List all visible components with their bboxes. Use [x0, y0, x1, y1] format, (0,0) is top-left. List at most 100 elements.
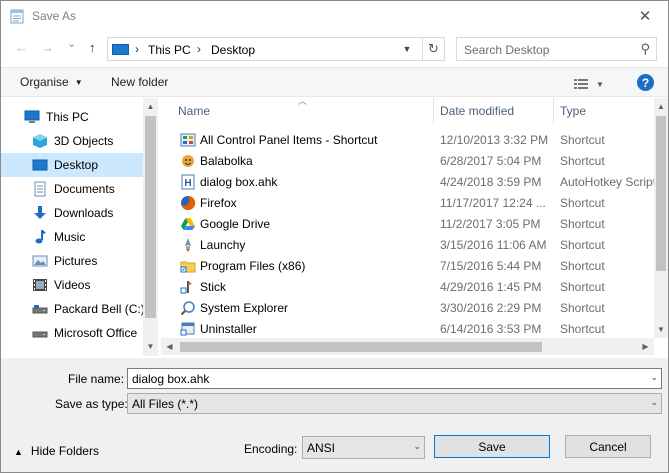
cube-icon [33, 134, 47, 148]
column-header-date-modified[interactable]: Date modified [440, 104, 514, 118]
scroll-left-icon[interactable]: ◀ [161, 338, 178, 355]
stick-icon [180, 281, 192, 294]
hide-folders-button[interactable]: ▲ Hide Folders [14, 444, 99, 458]
launchy-icon [185, 238, 191, 252]
encoding-label: Encoding: [244, 442, 298, 456]
table-row[interactable]: Stick 4/29/2016 1:45 PM Shortcut [169, 276, 656, 297]
chevron-down-icon: ▼ [596, 80, 604, 89]
breadcrumb-this-pc[interactable]: This PC [148, 43, 191, 57]
save-button[interactable]: Save [434, 435, 550, 458]
sidebar-item-label: Music [54, 230, 86, 244]
drive-icon [32, 331, 48, 338]
sidebar-item-label: This PC [46, 110, 89, 124]
column-header-type[interactable]: Type [560, 104, 586, 118]
sidebar-item-this-pc[interactable]: This PC [1, 105, 143, 129]
download-icon [34, 206, 46, 219]
close-button[interactable]: ✕ [622, 1, 668, 31]
save-as-type-label: Save as type: [55, 397, 128, 411]
file-name: dialog box.ahk [200, 175, 278, 189]
sidebar-item-label: Downloads [54, 206, 114, 220]
chevron-down-icon: ⌄ [650, 397, 658, 407]
chevron-down-icon: ⌄ [413, 441, 421, 451]
file-name: Launchy [200, 238, 246, 252]
sidebar-item-label: Microsoft Office [54, 326, 138, 340]
chevron-down-icon[interactable]: ⌄ [650, 372, 658, 383]
hide-folders-label: Hide Folders [30, 444, 99, 458]
sidebar-item-videos[interactable]: Videos [1, 273, 143, 297]
help-button[interactable]: ? [637, 74, 654, 91]
sidebar-item-label: Videos [54, 278, 91, 292]
sidebar-item-packard-bell-c[interactable]: Packard Bell (C:) [1, 297, 143, 321]
control-panel-icon [180, 133, 196, 147]
sidebar-item-3d-objects[interactable]: 3D Objects [1, 129, 143, 153]
column-headers: ︿ Name Date modified Type [169, 96, 656, 124]
column-divider[interactable] [433, 98, 434, 124]
file-date: 4/29/2016 1:45 PM [440, 280, 542, 294]
system-explorer-icon [180, 301, 195, 316]
balabolka-icon [182, 155, 194, 167]
window-title: Save As [32, 9, 77, 23]
change-view-button[interactable]: ▼ [574, 76, 604, 90]
table-row[interactable]: System Explorer 3/30/2016 2:29 PM Shortc… [169, 297, 656, 318]
table-row[interactable]: All Control Panel Items - Shortcut 12/10… [169, 129, 656, 150]
sidebar-item-downloads[interactable]: Downloads [1, 201, 143, 225]
organise-button[interactable]: Organise ▼ [20, 75, 83, 89]
google-drive-icon [181, 218, 195, 230]
file-list-vertical-scrollbar[interactable]: ▲ ▼ [654, 98, 668, 338]
table-row[interactable]: Balabolka 6/28/2017 5:04 PM Shortcut [169, 150, 656, 171]
scroll-down-icon[interactable]: ▼ [143, 338, 158, 355]
scrollbar-thumb[interactable] [145, 116, 156, 318]
search-input[interactable]: Search Desktop ⚲ [456, 37, 657, 61]
back-button[interactable]: ← [15, 40, 28, 55]
scrollbar-thumb[interactable] [656, 116, 666, 271]
encoding-select[interactable]: ANSI ⌄ [302, 436, 425, 459]
navigation-bar: ← → ⌄ ↑ › This PC › Desktop ▼ ↻ Search D… [1, 35, 668, 63]
file-type: Shortcut [560, 322, 605, 336]
table-row[interactable]: Google Drive 11/2/2017 3:05 PM Shortcut [169, 213, 656, 234]
column-divider[interactable] [553, 98, 554, 124]
sidebar-item-label: Desktop [54, 158, 99, 172]
sidebar-item-desktop[interactable]: Desktop [1, 153, 143, 177]
cancel-button[interactable]: Cancel [565, 435, 651, 458]
save-form: File name: dialog box.ahk ⌄ Save as type… [1, 358, 668, 472]
ahk-file-icon: H [181, 174, 195, 190]
table-row[interactable]: Firefox 11/17/2017 12:24 ... Shortcut [169, 192, 656, 213]
column-header-name[interactable]: Name [178, 104, 210, 118]
sidebar-item-microsoft-office[interactable]: Microsoft Office [1, 321, 143, 345]
sidebar-item-music[interactable]: Music [1, 225, 143, 249]
breadcrumb-desktop[interactable]: Desktop [211, 43, 255, 57]
file-type: Shortcut [560, 301, 605, 315]
address-dropdown-button[interactable]: ▼ [398, 38, 416, 60]
save-as-type-value: All Files (*.*) [132, 397, 199, 411]
up-button[interactable]: ↑ [89, 40, 96, 55]
scrollbar-thumb[interactable] [180, 342, 542, 352]
drive-icon [32, 305, 48, 314]
sidebar-item-documents[interactable]: Documents [1, 177, 143, 201]
file-type: Shortcut [560, 196, 605, 210]
table-row[interactable]: H dialog box.ahk 4/24/2018 3:59 PM AutoH… [169, 171, 656, 192]
table-row[interactable]: Program Files (x86) 7/15/2016 5:44 PM Sh… [169, 255, 656, 276]
refresh-button[interactable]: ↻ [422, 38, 444, 60]
music-icon [35, 230, 46, 244]
scroll-up-icon[interactable]: ▲ [143, 98, 158, 115]
table-row[interactable]: Launchy 3/15/2016 11:06 AM Shortcut [169, 234, 656, 255]
file-type: Shortcut [560, 154, 605, 168]
sidebar-item-label: Packard Bell (C:) [54, 302, 143, 316]
forward-button[interactable]: → [41, 40, 54, 55]
scroll-right-icon[interactable]: ▶ [637, 338, 654, 355]
file-name-field[interactable]: dialog box.ahk ⌄ [127, 368, 662, 389]
navigation-pane-scrollbar[interactable]: ▲ ▼ [143, 98, 158, 356]
recent-locations-button[interactable]: ⌄ [67, 37, 76, 50]
table-row[interactable]: Uninstaller 6/14/2016 3:53 PM Shortcut [169, 318, 656, 339]
save-as-type-select[interactable]: All Files (*.*) ⌄ [127, 393, 662, 414]
breadcrumb-separator-icon: › [197, 42, 201, 56]
sidebar-item-pictures[interactable]: Pictures [1, 249, 143, 273]
computer-icon [112, 44, 129, 55]
file-name: Program Files (x86) [200, 259, 306, 273]
file-list-horizontal-scrollbar[interactable]: ◀ ▶ [161, 338, 654, 355]
new-folder-button[interactable]: New folder [111, 75, 168, 89]
scroll-down-icon[interactable]: ▼ [654, 321, 668, 338]
scroll-up-icon[interactable]: ▲ [654, 98, 668, 115]
file-name-label: File name: [68, 372, 125, 386]
address-bar[interactable]: › This PC › Desktop ▼ ↻ [107, 37, 445, 61]
